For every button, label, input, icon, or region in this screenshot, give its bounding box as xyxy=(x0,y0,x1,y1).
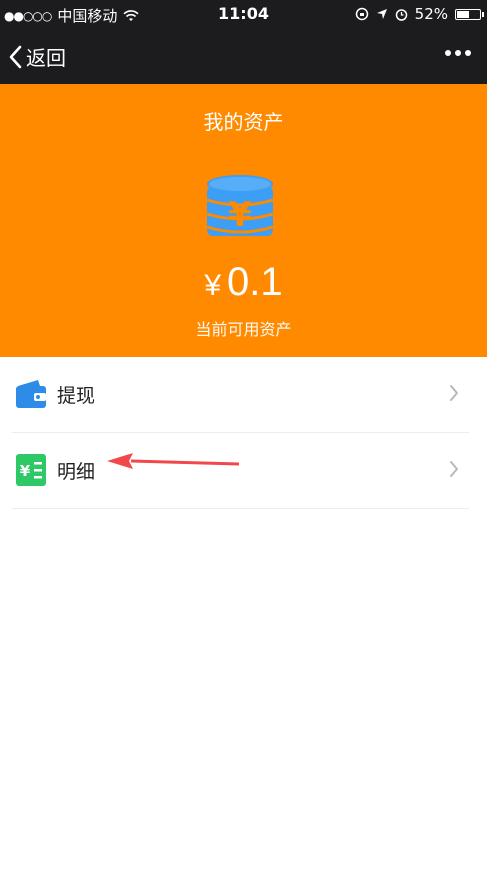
chevron-left-icon xyxy=(9,45,22,68)
menu-list: 提现 ¥ 明细 xyxy=(0,357,487,509)
svg-text:¥: ¥ xyxy=(228,195,252,235)
status-right: 52% xyxy=(355,5,484,23)
annotation-arrow-icon xyxy=(107,453,240,469)
ledger-icon: ¥ xyxy=(16,454,46,486)
more-dot-icon xyxy=(465,50,471,56)
assets-header: 我的资产 ¥ ¥0.1 当前可用资产 xyxy=(0,84,487,357)
coin-stack-icon: ¥ xyxy=(206,175,274,236)
withdraw-label: 提现 xyxy=(57,385,96,407)
details-label: 明细 xyxy=(57,461,96,483)
wallet-icon xyxy=(16,380,46,408)
chevron-right-icon xyxy=(450,385,458,401)
status-bar: ●●○○○ 中国移动 11:04 52% xyxy=(0,0,487,28)
alarm-icon xyxy=(395,8,407,21)
currency-symbol: ¥ xyxy=(204,269,222,302)
withdraw-row[interactable]: 提现 xyxy=(12,357,469,433)
more-options-button[interactable] xyxy=(445,50,471,56)
asset-amount: ¥0.1 xyxy=(0,260,487,305)
page-title: 我的资产 xyxy=(203,110,284,134)
battery-percent: 52% xyxy=(414,5,448,23)
svg-text:¥: ¥ xyxy=(20,462,31,480)
location-icon xyxy=(376,9,387,19)
back-label: 返回 xyxy=(26,46,66,70)
chevron-right-icon xyxy=(450,461,458,477)
asset-subtitle: 当前可用资产 xyxy=(195,320,292,339)
rotation-lock-icon xyxy=(355,7,368,21)
more-dot-icon xyxy=(445,50,451,56)
amount-value: 0.1 xyxy=(227,260,283,304)
nav-bar: 返回 xyxy=(0,28,487,84)
battery-icon xyxy=(455,8,484,20)
more-dot-icon xyxy=(455,50,461,56)
back-button[interactable]: 返回 xyxy=(8,42,66,71)
details-row[interactable]: ¥ 明细 xyxy=(12,433,469,509)
